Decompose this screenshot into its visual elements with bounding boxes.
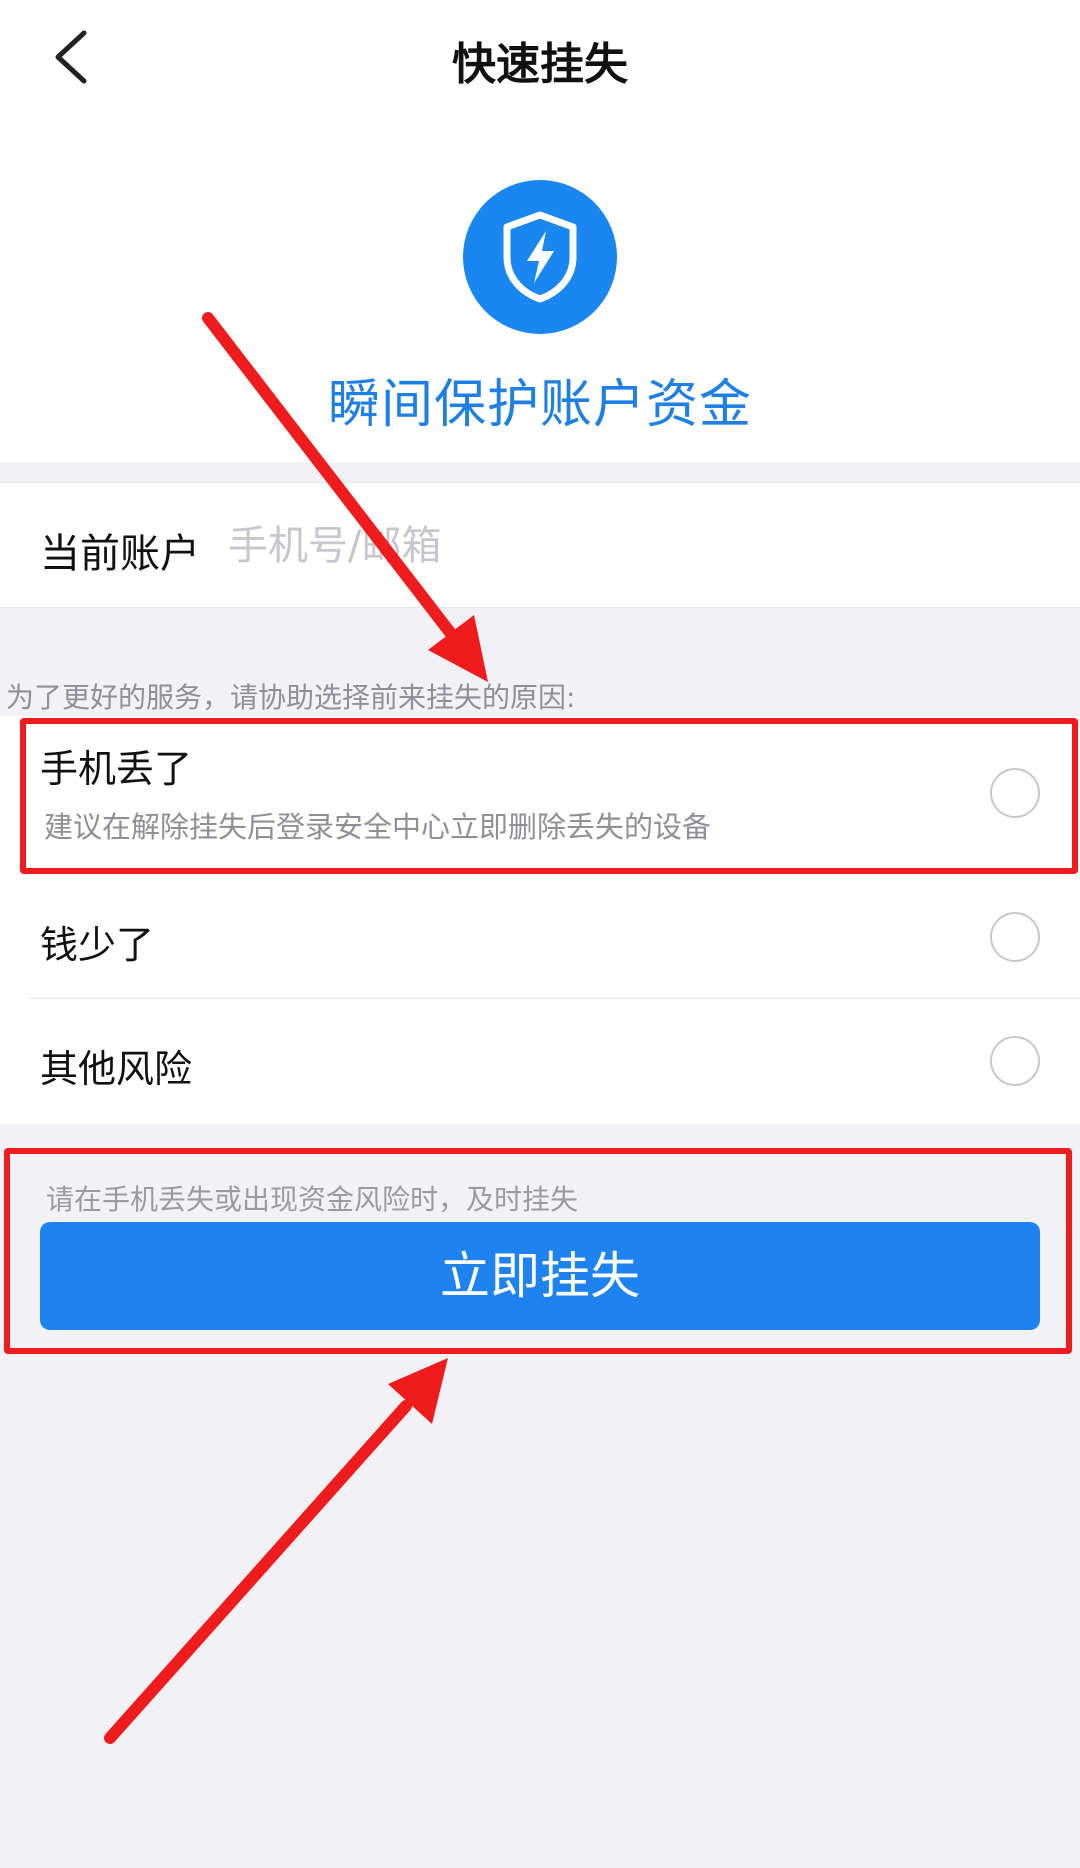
highlight-box: [20, 718, 1078, 874]
account-row: 当前账户: [0, 482, 1080, 608]
option-label: 钱少了: [40, 923, 155, 967]
account-label: 当前账户: [40, 531, 200, 577]
shield-lightning-icon: [503, 211, 577, 303]
arrow-up-annotation: [104, 1358, 448, 1744]
option-label: 其他风险: [40, 1047, 193, 1091]
page-title: 快速挂失: [452, 39, 628, 90]
header-section: 快速挂失 瞬间保护账户资金: [0, 0, 1080, 462]
account-input[interactable]: [228, 511, 1008, 581]
divider: [30, 998, 1080, 999]
highlight-box: [4, 1148, 1072, 1354]
hero-badge: [463, 180, 617, 334]
page: 快速挂失 瞬间保护账户资金 当前账户 为了更好的服务，请协助选择前来挂失的原因:…: [0, 0, 1080, 1868]
reason-prompt: 为了更好的服务，请协助选择前来挂失的原因:: [6, 681, 576, 714]
radio-button[interactable]: [990, 1036, 1040, 1086]
hero-title: 瞬间保护账户资金: [327, 375, 752, 435]
option-money-missing[interactable]: 钱少了: [0, 874, 1080, 1000]
option-other-risk[interactable]: 其他风险: [0, 1000, 1080, 1124]
radio-button[interactable]: [990, 912, 1040, 962]
